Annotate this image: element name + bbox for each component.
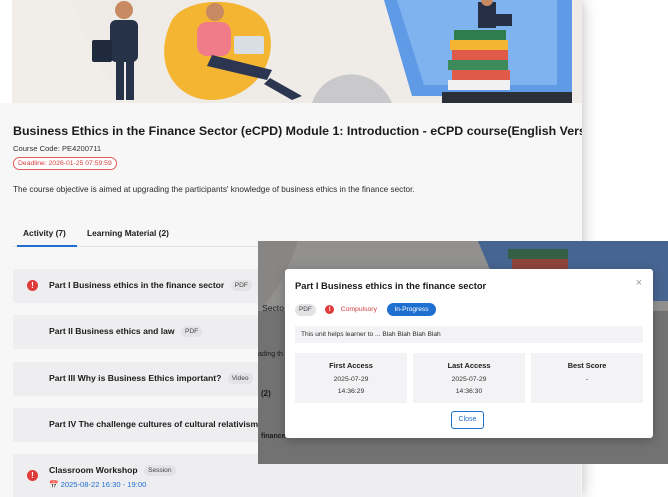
stat-date: 2025-07-29 (451, 376, 487, 383)
modal-tags: PDF ! Compulsory In-Progress (295, 301, 436, 317)
overlay-text-fragment: Secto (262, 303, 284, 313)
activity-type-tag: PDF (295, 303, 316, 316)
overlay-text-fragment: (2) (261, 389, 271, 398)
compulsory-alert-icon: ! (325, 305, 335, 315)
modal-title: Part I Business ethics in the finance se… (295, 280, 487, 291)
stat-time: 14:36:29 (337, 388, 365, 395)
tab-learning-material[interactable]: Learning Material (2) (87, 228, 169, 238)
close-icon[interactable]: × (633, 277, 645, 289)
stat-label: Best Score (567, 361, 607, 370)
activity-title: Part II Business ethics and law (49, 326, 175, 336)
tab-active-indicator (17, 245, 77, 247)
tab-activity[interactable]: Activity (7) (23, 228, 66, 238)
course-title: Business Ethics in the Finance Sector (e… (13, 124, 582, 138)
course-banner-illustration (12, 0, 582, 103)
activity-type-tag: PDF (230, 280, 252, 291)
activity-title: Part I Business ethics in the finance se… (49, 280, 225, 290)
stat-label: Last Access (447, 361, 491, 370)
stat-best-score: Best Score - (531, 353, 643, 403)
activity-type-tag: PDF (181, 326, 203, 337)
activity-title: Classroom Workshop (49, 465, 138, 475)
course-code: Course Code: PE4200711 (13, 144, 102, 153)
status-badge: In-Progress (387, 303, 436, 317)
activity-title: Part III Why is Business Ethics importan… (49, 373, 222, 383)
course-objective: The course objective is aimed at upgradi… (13, 185, 415, 194)
activity-title: Part IV The challenge cultures of cultur… (49, 419, 259, 429)
deadline-badge: Deadline: 2026-01-25 07:59:59 (13, 157, 117, 170)
close-button[interactable]: Close (451, 411, 484, 429)
calendar-icon: 📅 (49, 480, 59, 489)
stat-label: First Access (329, 361, 373, 370)
compulsory-label: Compulsory (340, 306, 377, 314)
compulsory-alert-icon: ! (27, 280, 38, 291)
stat-first-access: First Access 2025-07-29 14:36:29 (295, 353, 407, 403)
compulsory-alert-icon: ! (27, 470, 38, 481)
stat-value: - (585, 376, 589, 383)
stat-date: 2025-07-29 (333, 376, 369, 383)
stat-last-access: Last Access 2025-07-29 14:36:30 (413, 353, 525, 403)
activity-detail-modal: Part I Business ethics in the finance se… (285, 269, 653, 438)
session-date: 📅 2025-08-22 16:30 - 19:00 (49, 480, 147, 489)
overlay-text-fragment: ading th (258, 351, 283, 358)
activity-description: This unit helps learner to ... Blah Blah… (295, 326, 643, 343)
stat-time: 14:36:30 (455, 388, 483, 395)
activity-type-tag: Video (227, 373, 253, 384)
activity-type-tag: Session (144, 465, 176, 476)
